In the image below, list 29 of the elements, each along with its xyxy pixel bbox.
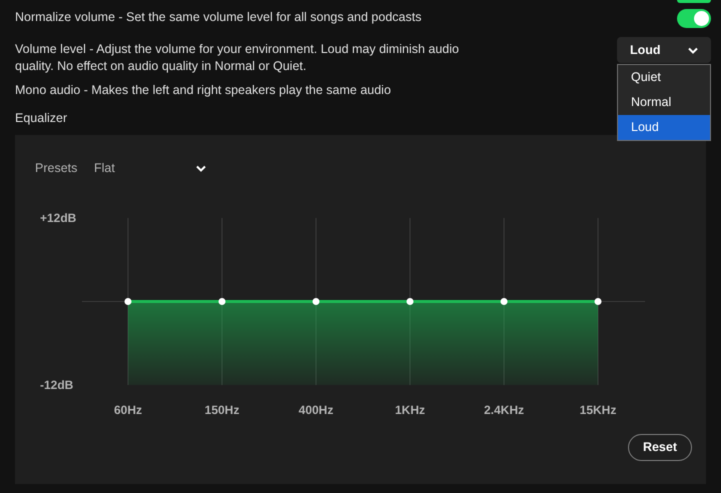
axis-label: +12dB (40, 210, 76, 225)
setting-label: Volume level - Adjust the volume for your environment. Loud may diminish audio quality. No effect on audio quality in Normal or Quiet. (15, 41, 460, 75)
band-handle[interactable] (312, 298, 320, 305)
frequency-label: 15KHz (580, 402, 616, 417)
chevron-down-icon (688, 46, 698, 54)
frequency-label: 2.4KHz (484, 402, 524, 417)
band-handle[interactable] (218, 298, 226, 305)
dropdown-option[interactable]: Normal (618, 90, 710, 115)
volume-dropdown[interactable]: Loud (617, 37, 711, 63)
preset-dropdown[interactable]: Flat (94, 159, 210, 178)
frequency-label: 60Hz (114, 402, 142, 417)
axis-label: -12dB (40, 378, 74, 392)
band-handle[interactable] (594, 298, 602, 305)
dropdown-option[interactable]: Loud (618, 115, 710, 140)
section-title: Equalizer (15, 110, 68, 127)
setting-label: Normalize volume - Set the same volume level for all songs and podcasts (15, 9, 422, 26)
chevron-down-icon (196, 164, 206, 172)
frequency-label: 1KHz (395, 402, 425, 417)
presets-label: Presets (35, 160, 78, 177)
dropdown-option[interactable]: Quiet (618, 65, 710, 90)
frequency-label: 400Hz (298, 402, 334, 417)
frequency-label: 150Hz (204, 402, 240, 417)
band-handle[interactable] (500, 298, 508, 305)
band-handle[interactable] (124, 298, 132, 305)
reset-button[interactable]: Reset (628, 434, 692, 461)
setting-label: Mono audio - Makes the left and right speakers play the same audio (15, 82, 392, 99)
toggle-switch[interactable] (677, 9, 711, 28)
toggle-switch[interactable] (677, 0, 711, 3)
band-handle[interactable] (406, 298, 414, 305)
